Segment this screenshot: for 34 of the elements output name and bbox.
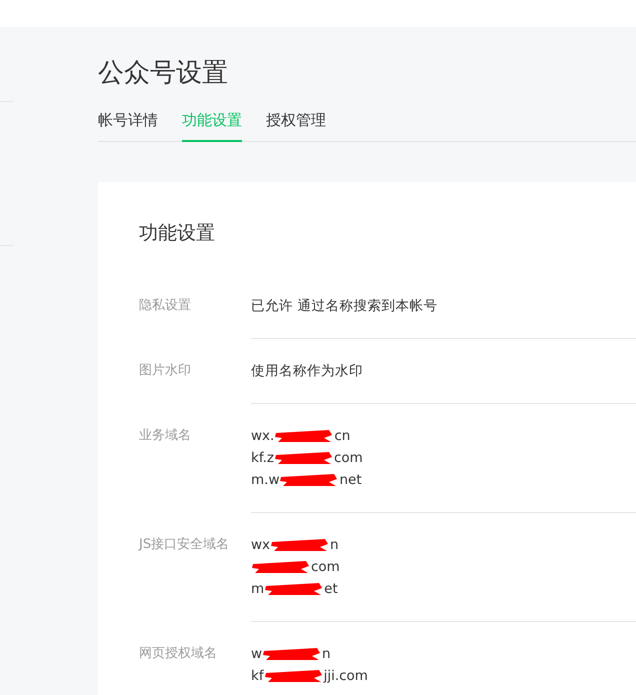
domain-text: wx. [251, 427, 274, 446]
domain-text: jji.com [324, 667, 368, 686]
redaction-mark [279, 473, 340, 487]
redaction-mark [274, 451, 334, 465]
domain-text: kf [251, 667, 264, 686]
domain-text: n [330, 536, 339, 555]
redaction-mark [262, 647, 322, 661]
domain-text: com [334, 449, 363, 468]
redaction-mark [264, 582, 324, 596]
domain-text: com [311, 558, 340, 577]
domain-text: m [251, 580, 264, 599]
page-title: 公众号设置 [98, 57, 229, 90]
tab[interactable]: 授权管理 [266, 109, 326, 142]
domain-text: et [324, 580, 338, 599]
setting-label: 网页授权域名 [139, 645, 218, 663]
setting-value: 使用名称作为水印 [251, 362, 363, 381]
setting-label: 图片水印 [139, 362, 192, 380]
redaction-mark [251, 560, 311, 574]
domain-text: cn [334, 427, 350, 446]
domain-text: wx [251, 536, 270, 555]
card-title: 功能设置 [139, 221, 216, 246]
setting-value: 已允许 通过名称搜索到本帐号 [251, 297, 438, 316]
domain-text: kf.z [251, 449, 274, 468]
redaction-mark [270, 538, 330, 552]
redaction-mark [264, 669, 324, 683]
domain-text: w [251, 645, 262, 664]
redaction-mark [274, 429, 334, 443]
domain-text: m.w [251, 471, 280, 490]
setting-label: 业务域名 [139, 427, 192, 445]
setting-label: 隐私设置 [139, 297, 192, 315]
tab[interactable]: 帐号详情 [98, 109, 158, 142]
domain-text: n [322, 645, 331, 664]
domain-text: net [339, 471, 362, 490]
setting-label: JS接口安全域名 [139, 536, 230, 554]
